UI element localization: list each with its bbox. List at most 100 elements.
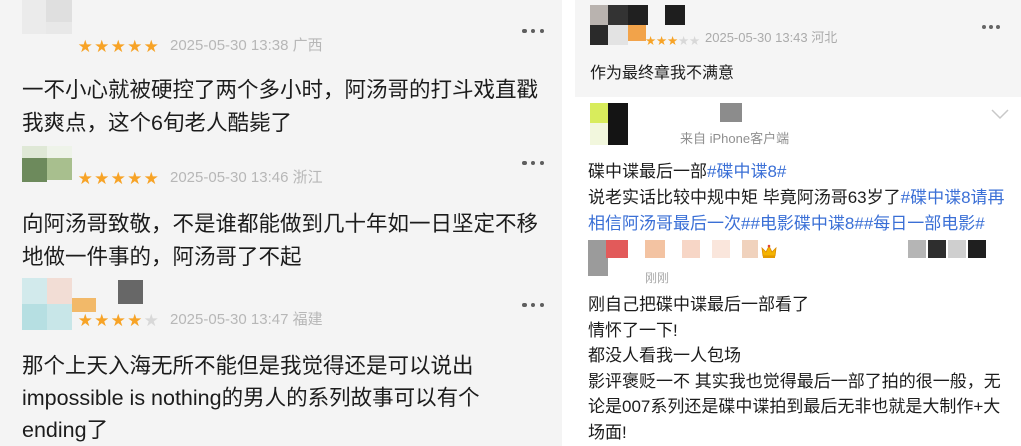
- mosaic-pixel: [590, 103, 608, 123]
- review-date: 2025-05-30 13:47: [170, 311, 289, 328]
- post-line: 情怀了一下!: [588, 320, 678, 340]
- star-icon: ★: [94, 311, 110, 331]
- post-text: 说老实话比较中规中矩 毕竟阿汤哥63岁了: [588, 188, 901, 207]
- post-time: 刚刚: [645, 271, 670, 285]
- star-icon: ★: [110, 311, 126, 331]
- star-icon: ★: [143, 37, 159, 57]
- star-icon: ★: [94, 169, 110, 189]
- star-icon: ★: [127, 169, 143, 189]
- review-location: 福建: [292, 311, 323, 328]
- star-icon: ★: [110, 37, 126, 57]
- more-options-icon[interactable]: [522, 302, 544, 308]
- star-icon: ★: [94, 37, 110, 57]
- review-text: 作为最终章我不满意: [590, 65, 735, 82]
- mosaic-pixel: [47, 158, 72, 180]
- avatar[interactable]: [22, 146, 72, 182]
- review-location: 浙江: [292, 169, 323, 186]
- mosaic-pixel: [22, 278, 47, 304]
- review-date: 2025-05-30 13:38: [170, 37, 289, 54]
- review-text-line: 向阿汤哥致敬，不是谁都能做到几十年如一日坚定不移: [22, 212, 539, 236]
- star-rating: ★★★★★: [77, 37, 160, 57]
- review-text-line: 那个上天入海无所不能但是我觉得还是可以说出: [22, 354, 474, 378]
- mosaic-pixel: [72, 298, 96, 312]
- mosaic-pixel: [608, 103, 628, 145]
- mosaic-pixel: [665, 5, 685, 25]
- star-icon: ★: [127, 37, 143, 57]
- post-line: 场面!: [588, 422, 627, 442]
- star-icon: ★: [77, 37, 93, 57]
- username[interactable]: [720, 103, 742, 122]
- post-header-text: 碟中谍最后一部#碟中谍8# 说老实话比较中规中矩 毕竟阿汤哥63岁了#碟中谍8请…: [588, 159, 1005, 237]
- mosaic-pixel: [608, 25, 628, 45]
- review-text-line: 我爽点，这个6旬老人酷毙了: [22, 111, 292, 135]
- star-icon: ★: [110, 169, 126, 189]
- review-text: 一不小心就被硬控了两个多小时，阿汤哥的打斗戏直戳 我爽点，这个6旬老人酷毙了: [22, 74, 538, 140]
- mosaic-pixel: [46, 0, 72, 22]
- mosaic-pixel: [590, 5, 608, 25]
- mosaic-pixel: [47, 146, 72, 158]
- review-text-line: 地做一件事的，阿汤哥了不起: [22, 245, 302, 269]
- star-rating: ★★★★★: [77, 169, 160, 189]
- mosaic-pixel: [22, 0, 46, 34]
- review-date: 2025-05-30 13:46: [170, 169, 289, 186]
- post-line: 相信阿汤哥最后一次##电影碟中谍8##每日一部电影#: [588, 211, 1005, 237]
- weibo-post: 来自 iPhone客户端 碟中谍最后一部#碟中谍8# 说老实话比较中规中矩 毕竟…: [573, 100, 1021, 446]
- mosaic-pixel: [608, 5, 628, 25]
- review-text-line: 一不小心就被硬控了两个多小时，阿汤哥的打斗戏直戳: [22, 78, 539, 102]
- star-icon: ★: [645, 33, 657, 48]
- more-options-icon[interactable]: [522, 28, 544, 34]
- mosaic-pixel: [645, 240, 665, 258]
- mosaic-pixel: [928, 240, 946, 258]
- review-list-panel: ★★★★★ 2025-05-30 13:38 广西 一不小心就被硬控了两个多小时…: [0, 0, 562, 446]
- review-text: 向阿汤哥致敬，不是谁都能做到几十年如一日坚定不移 地做一件事的，阿汤哥了不起: [22, 208, 538, 274]
- review-text-line: impossible is nothing的男人的系列故事可以有个: [22, 386, 480, 410]
- mosaic-pixel: [628, 25, 646, 41]
- star-icon: ★: [143, 311, 159, 331]
- mosaic-pixel: [720, 103, 742, 122]
- hashtag-link[interactable]: #碟中谍8请再: [901, 188, 1005, 207]
- mosaic-pixel: [588, 240, 608, 276]
- star-icon: ★: [127, 311, 143, 331]
- post-body-text: 刚自己把碟中谍最后一部看了 情怀了一下! 都没人看我一人包场 影评褒贬一不 其实…: [588, 292, 1001, 446]
- star-rating: ★★★★★: [645, 30, 701, 48]
- star-icon: ★: [689, 33, 701, 48]
- star-icon: ★: [77, 311, 93, 331]
- star-icon: ★: [143, 169, 159, 189]
- mosaic-pixel: [682, 240, 700, 258]
- star-rating: ★★★★★: [77, 311, 160, 331]
- review-meta: 2025-05-30 13:38 广西: [170, 37, 323, 55]
- hashtag-link[interactable]: 相信阿汤哥最后一次##电影碟中谍8##每日一部电影#: [588, 214, 985, 233]
- review-location: 河北: [811, 30, 838, 45]
- mosaic-pixel: [22, 146, 47, 158]
- hashtag-link[interactable]: #碟中谍8#: [707, 162, 786, 181]
- post-line: 影评褒贬一不 其实我也觉得最后一部了拍的很一般，无: [588, 371, 1001, 391]
- mosaic-pixel: [22, 158, 47, 182]
- post-line: 说老实话比较中规中矩 毕竟阿汤哥63岁了#碟中谍8请再: [588, 185, 1005, 211]
- mosaic-pixel: [742, 240, 758, 258]
- post-line: 刚自己把碟中谍最后一部看了: [588, 295, 809, 314]
- avatar[interactable]: [590, 103, 628, 145]
- star-icon: ★: [77, 169, 93, 189]
- mosaic-pixel: [47, 278, 72, 304]
- review-text-line: ending了: [22, 418, 109, 442]
- star-icon: ★: [678, 33, 690, 48]
- mosaic-pixel: [948, 240, 966, 258]
- mosaic-pixel: [712, 240, 730, 258]
- more-options-icon[interactable]: [982, 25, 1000, 30]
- avatar[interactable]: [22, 0, 72, 36]
- chevron-down-icon[interactable]: [990, 108, 1010, 120]
- redacted-media-row: [573, 100, 1021, 276]
- review-meta: 2025-05-30 13:43 河北: [705, 30, 837, 46]
- mosaic-pixel: [590, 25, 608, 45]
- mosaic-pixel: [606, 240, 628, 258]
- post-line: 都没人看我一人包场: [588, 346, 741, 366]
- review-location: 广西: [292, 37, 323, 54]
- review-text: 那个上天入海无所不能但是我觉得还是可以说出 impossible is noth…: [22, 350, 480, 446]
- post-source: 来自 iPhone客户端: [680, 131, 790, 146]
- post-line: 碟中谍最后一部#碟中谍8#: [588, 159, 1005, 185]
- more-options-icon[interactable]: [522, 160, 544, 166]
- post-text: 碟中谍最后一部: [588, 162, 707, 181]
- star-icon: ★: [667, 33, 679, 48]
- mosaic-pixel: [22, 304, 47, 330]
- mosaic-pixel: [590, 123, 608, 145]
